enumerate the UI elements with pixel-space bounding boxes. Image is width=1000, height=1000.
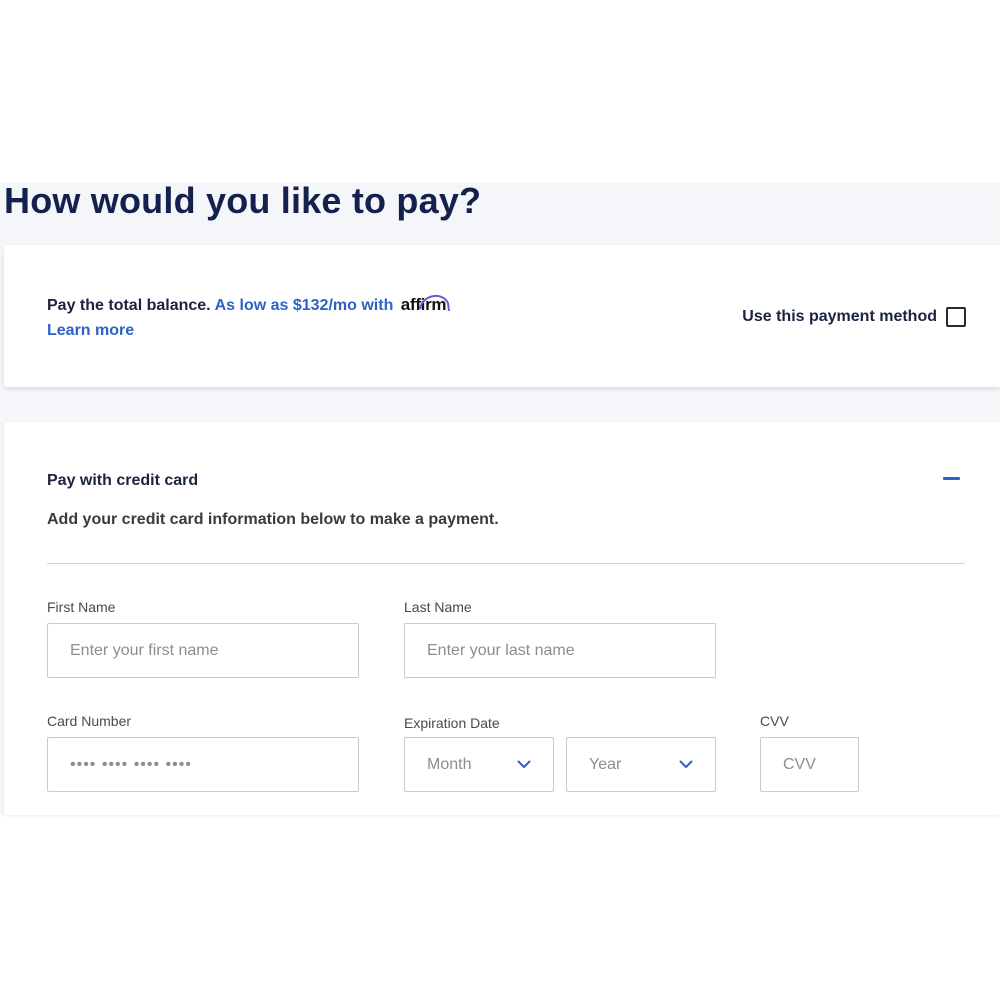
expiration-month-select[interactable]: Month [404,737,554,792]
first-name-label: First Name [47,599,116,615]
page-title: How would you like to pay? [4,180,482,221]
use-payment-method-toggle[interactable]: Use this payment method [742,307,966,327]
expiration-year-value: Year [589,755,622,773]
section-divider [47,563,965,564]
use-payment-method-checkbox[interactable] [946,307,966,327]
affirm-lead-text: Pay the total balance. [47,297,211,314]
credit-card-section-title: Pay with credit card [47,472,199,489]
expiration-month-value: Month [427,755,472,773]
last-name-label: Last Name [404,599,472,615]
expiration-year-select[interactable]: Year [566,737,716,792]
credit-card-section: Pay with credit card Add your credit car… [4,422,1000,815]
affirm-offer-line: Pay the total balance. As low as $132/mo … [47,294,450,315]
cvv-input[interactable] [760,737,859,792]
use-payment-method-label: Use this payment method [742,308,937,325]
last-name-input[interactable] [404,623,716,678]
first-name-input[interactable] [47,623,359,678]
affirm-offer-text: As low as $132/mo with [214,297,394,314]
learn-more-link[interactable]: Learn more [47,322,134,340]
affirm-payment-card: Pay the total balance. As low as $132/mo … [4,245,1000,387]
chevron-down-icon [679,760,693,768]
card-number-input[interactable] [47,737,359,792]
minus-icon[interactable] [943,472,960,486]
expiration-date-label: Expiration Date [404,715,500,731]
card-number-label: Card Number [47,713,132,729]
affirm-logo: affirm [401,294,450,315]
affirm-arc-icon [418,294,450,311]
credit-card-description: Add your credit card information below t… [47,511,499,528]
cvv-label: CVV [760,713,789,729]
chevron-down-icon [517,760,531,768]
